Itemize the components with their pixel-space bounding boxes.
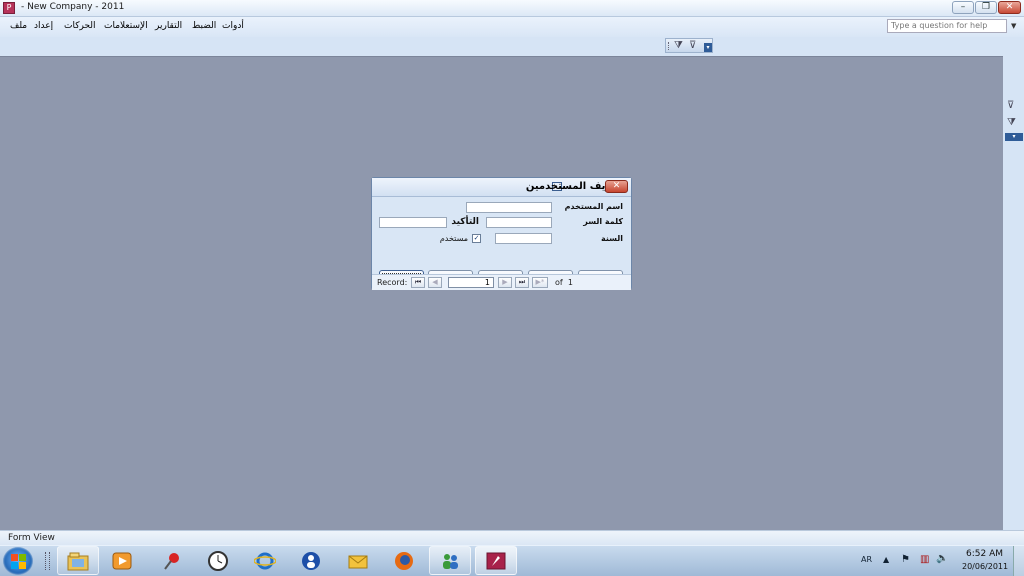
record-navigation-bar: Record: ⏮ ◀ 1 ▶ ⏭ ▶* of 1 [372, 274, 631, 290]
clock-app-button[interactable] [197, 546, 239, 575]
username-label: اسم المستخدم [564, 202, 623, 211]
toolbar-options-icon[interactable]: ▾ [704, 43, 712, 52]
previous-record-button[interactable]: ◀ [428, 277, 442, 288]
network-icon[interactable]: ▥ [920, 554, 929, 565]
menu-reports[interactable]: التقارير [155, 21, 182, 31]
confirm-password-field[interactable] [379, 217, 447, 228]
record-label: Record: [377, 278, 408, 287]
messenger-icon [302, 552, 320, 570]
menu-bar: ملف إعداد الحركات الإستعلامات التقارير ا… [0, 17, 1024, 37]
window-title: - New Company - 2011 [21, 2, 125, 12]
toolbar-grip[interactable] [668, 42, 671, 50]
volume-icon[interactable]: 🔈 [936, 553, 948, 564]
mail-icon [348, 555, 368, 569]
start-logo-green [19, 554, 26, 561]
help-dropdown-icon[interactable]: ▼ [1011, 22, 1016, 30]
access-icon [486, 552, 506, 570]
mail-button[interactable] [337, 546, 379, 575]
start-logo-red [11, 554, 18, 561]
password-field[interactable] [486, 217, 552, 228]
filter-toolbar: ⧩ ⊽ ▾ [665, 38, 713, 53]
start-logo-yellow [19, 562, 26, 569]
next-record-button[interactable]: ▶ [498, 277, 512, 288]
action-center-icon[interactable]: ⚑ [901, 554, 910, 565]
menu-transactions[interactable]: الحركات [64, 21, 96, 31]
help-search-input[interactable]: Type a question for help [887, 19, 1007, 33]
clock-date[interactable]: 20/06/2011 [962, 562, 1008, 571]
minimize-button[interactable]: – [952, 1, 974, 14]
confirm-label: التأكيد [451, 217, 479, 227]
language-indicator[interactable]: AR [861, 555, 872, 564]
filter-icon[interactable]: ⧩ [1007, 117, 1016, 128]
dialog-close-button[interactable]: ✕ [605, 180, 628, 193]
status-bar: Form View [0, 530, 1024, 546]
current-record-field[interactable]: 1 [448, 277, 494, 288]
used-checkbox[interactable]: ✓ [472, 234, 481, 243]
menu-tools[interactable]: أدوات [222, 21, 244, 31]
messenger-button[interactable] [290, 546, 332, 575]
record-total: 1 [567, 278, 573, 287]
first-record-button[interactable]: ⏮ [411, 277, 425, 288]
right-toolbar-options-icon[interactable]: ▾ [1005, 133, 1023, 141]
windows-explorer-icon [67, 552, 89, 571]
show-hidden-icons-icon[interactable]: ▲ [883, 555, 889, 564]
internet-explorer-icon [254, 552, 276, 570]
internet-explorer-button[interactable] [244, 546, 286, 575]
people-icon [443, 554, 458, 569]
filter-icon[interactable]: ⊽ [689, 40, 696, 51]
username-field[interactable] [466, 202, 552, 213]
used-label: مستخدم [439, 234, 468, 243]
menu-setup[interactable]: إعداد [34, 21, 53, 31]
taskbar: AR ▲ ⚑ ▥ 🔈 6:52 AM 20/06/2011 [0, 545, 1024, 576]
filter-selection-icon[interactable]: ⊽ [1007, 100, 1014, 111]
restore-button[interactable]: ❐ [975, 1, 997, 14]
access-app-button[interactable] [475, 546, 517, 575]
close-button[interactable]: ✕ [998, 1, 1021, 14]
dialog-title-bar[interactable]: تعريف المستخدمين ✕ [372, 178, 631, 197]
media-player-icon [112, 552, 132, 570]
of-text: of [555, 278, 563, 287]
status-text: Form View [8, 533, 55, 543]
windows-explorer-button[interactable] [57, 546, 99, 575]
menu-control[interactable]: الضبط [192, 21, 216, 31]
pin-icon [164, 553, 179, 570]
start-logo-blue [11, 562, 18, 569]
title-bar: P - New Company - 2011 – ❐ ✕ [0, 0, 1024, 17]
clock-icon [208, 551, 228, 571]
start-button[interactable] [3, 547, 33, 575]
people-app-button[interactable] [429, 546, 471, 575]
user-definition-dialog: تعريف المستخدمين ✕ اسم المستخدم كلمة الس… [371, 177, 632, 290]
filter-selection-icon[interactable]: ⧩ [674, 40, 683, 51]
menu-file[interactable]: ملف [10, 21, 27, 31]
pin-app-button[interactable] [151, 546, 193, 575]
menu-queries[interactable]: الإستعلامات [104, 21, 148, 31]
record-of-label: of 1 [555, 278, 573, 287]
media-player-button[interactable] [101, 546, 143, 575]
year-field[interactable] [495, 233, 552, 244]
clock-time[interactable]: 6:52 AM [966, 549, 1003, 559]
show-desktop-button[interactable] [1013, 546, 1024, 576]
firefox-icon [395, 552, 413, 570]
firefox-button[interactable] [383, 546, 425, 575]
password-label: كلمة السر [583, 217, 623, 226]
toolbar-row [0, 37, 1024, 56]
year-label: السنة [600, 234, 623, 243]
workspace-area [0, 56, 1003, 531]
new-record-button[interactable]: ▶* [532, 277, 548, 288]
access-app-icon[interactable]: P [3, 2, 15, 14]
last-record-button[interactable]: ⏭ [515, 277, 529, 288]
taskbar-grip[interactable] [45, 552, 50, 570]
